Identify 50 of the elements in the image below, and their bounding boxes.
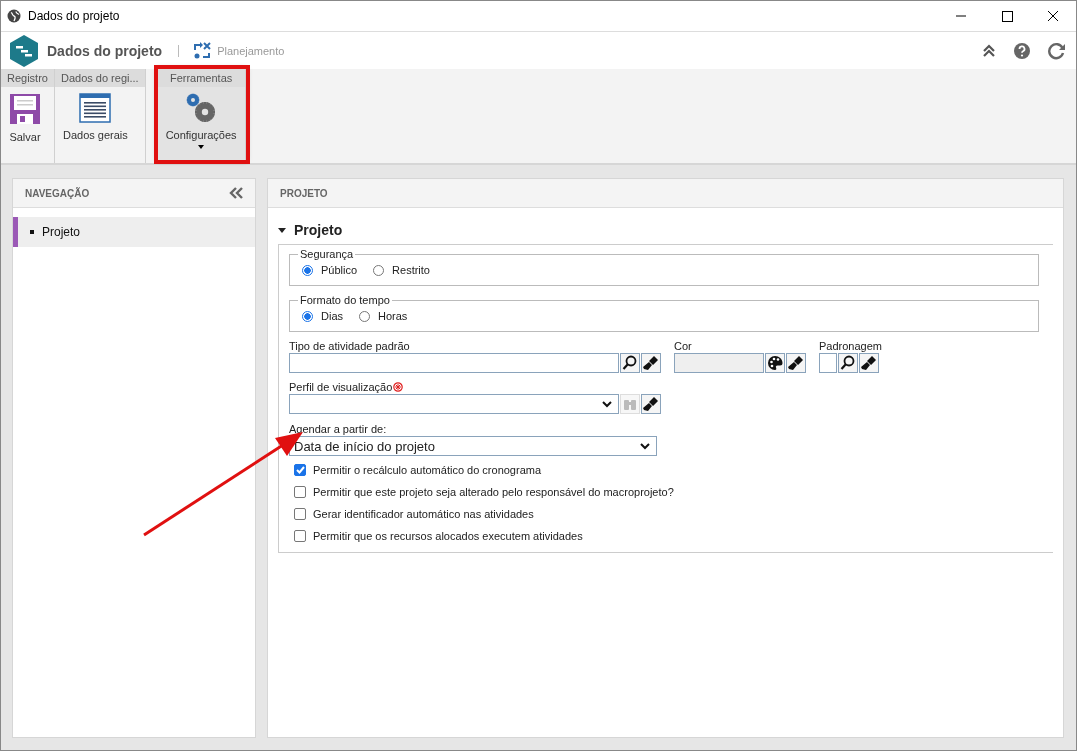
globe-icon bbox=[7, 9, 21, 23]
field-label: Tipo de atividade padrão bbox=[289, 340, 411, 353]
ribbon-button[interactable]: Configurações bbox=[157, 87, 245, 160]
brush-icon[interactable] bbox=[641, 394, 661, 414]
nav-item[interactable]: Projeto bbox=[13, 217, 255, 247]
checkmark-icon bbox=[295, 466, 305, 474]
ribbon-button[interactable]: Salvar bbox=[1, 87, 49, 163]
caret-down-icon[interactable] bbox=[278, 226, 286, 234]
brush-icon[interactable] bbox=[641, 353, 661, 373]
dropdown-field[interactable]: Data de início do projeto bbox=[289, 436, 657, 456]
ribbon-group-label: Registro bbox=[1, 69, 54, 87]
chevron-down-icon bbox=[602, 400, 612, 408]
search-icon[interactable] bbox=[838, 353, 858, 373]
palette-icon[interactable] bbox=[765, 353, 785, 373]
page-title: Dados do projeto bbox=[47, 42, 163, 59]
radio-option[interactable]: Dias bbox=[302, 310, 343, 322]
input-field[interactable] bbox=[289, 353, 619, 373]
color-field[interactable] bbox=[674, 353, 764, 373]
field-label: Cor bbox=[674, 340, 693, 353]
double-chevron-left-icon[interactable] bbox=[229, 187, 243, 199]
group-legend: Segurança bbox=[298, 248, 356, 260]
panel-title: PROJETO bbox=[280, 187, 328, 199]
shuffle-icon bbox=[193, 41, 212, 60]
radio-option[interactable]: Público bbox=[302, 264, 358, 276]
field-label: Padronagem bbox=[819, 340, 882, 353]
window-title: Dados do projeto bbox=[28, 9, 120, 23]
field-label: Agendar a partir de: bbox=[289, 423, 388, 436]
radio-option[interactable]: Restrito bbox=[373, 264, 430, 276]
search-icon[interactable] bbox=[620, 353, 640, 373]
help-icon[interactable] bbox=[1014, 42, 1030, 59]
radio-option[interactable]: Horas bbox=[359, 310, 408, 322]
refresh-icon[interactable] bbox=[1048, 41, 1066, 60]
pattern-swatch[interactable] bbox=[819, 353, 837, 373]
ribbon-group-label: Dados do regi... bbox=[54, 69, 145, 87]
group-legend: Formato do tempo bbox=[298, 294, 392, 306]
field-label: Perfil de visualização bbox=[289, 381, 394, 394]
double-chevron-up-icon[interactable] bbox=[982, 43, 996, 58]
chevron-down-icon bbox=[640, 442, 650, 450]
brush-icon[interactable] bbox=[786, 353, 806, 373]
panel-title: NAVEGAÇÃO bbox=[25, 187, 90, 199]
ribbon-button[interactable]: Dados gerais bbox=[54, 87, 136, 163]
checkbox-option[interactable]: Gerar identificador automático nas atividades bbox=[294, 508, 1039, 520]
brush-icon[interactable] bbox=[859, 353, 879, 373]
checkbox-option[interactable]: Permitir que este projeto seja alterado pelo responsável do macroprojeto? bbox=[294, 486, 1039, 498]
ribbon-group-label: Ferramentas bbox=[157, 69, 245, 87]
dropdown-field[interactable] bbox=[289, 394, 619, 414]
checkbox-option[interactable]: Permitir o recálculo automático do cronograma bbox=[294, 464, 1039, 476]
section-title[interactable]: Projeto bbox=[294, 222, 343, 238]
checkbox-option[interactable]: Permitir que os recursos alocados executem atividades bbox=[294, 530, 1039, 542]
form-window-icon bbox=[79, 93, 112, 123]
